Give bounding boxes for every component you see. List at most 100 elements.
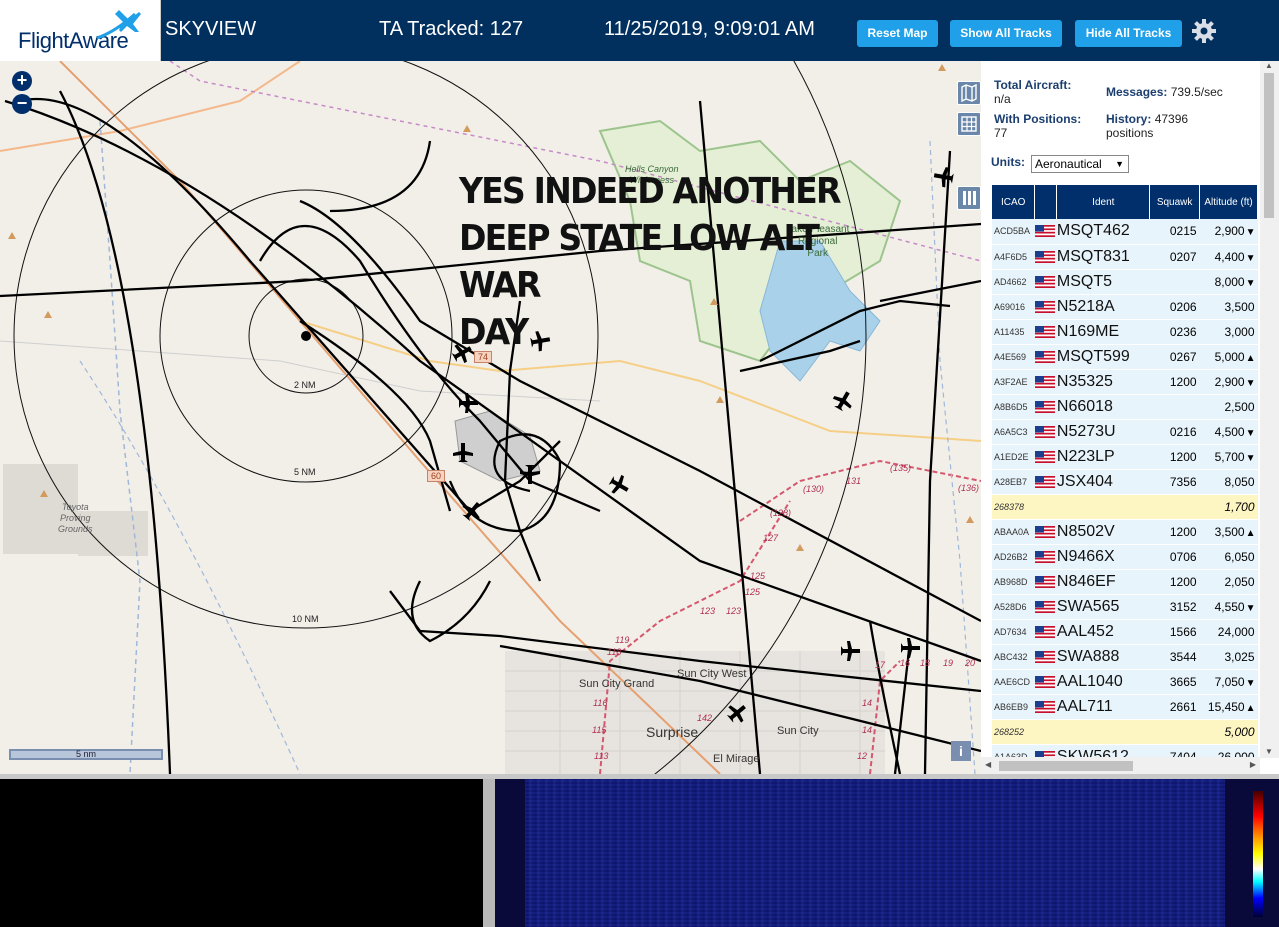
panel-vertical-scrollbar[interactable]: ▲ ▼ xyxy=(1260,61,1279,758)
table-row[interactable]: A3F2AE N35325 1200 2,900▼ xyxy=(992,369,1258,395)
cell-squawk: 3152 xyxy=(1149,594,1200,620)
cell-squawk xyxy=(1149,494,1200,520)
road-label: (128) xyxy=(770,508,792,518)
cell-icao: A4F6D5 xyxy=(992,244,1035,270)
table-row[interactable]: 268252 5,000 xyxy=(992,719,1258,745)
table-row[interactable]: ABAA0A N8502V 1200 3,500▲ xyxy=(992,519,1258,545)
reset-map-button[interactable]: Reset Map xyxy=(857,20,938,47)
table-row[interactable]: ACD5BA MSQT462 0215 2,900▼ xyxy=(992,219,1258,245)
cell-ident: N169ME xyxy=(1056,319,1150,345)
cell-icao: A28EB7 xyxy=(992,469,1035,495)
us-flag-icon xyxy=(1034,625,1055,638)
cell-squawk: 0206 xyxy=(1149,294,1200,320)
cell-ident: N35325 xyxy=(1056,369,1150,395)
table-row[interactable]: A28EB7 JSX404 7356 8,050 xyxy=(992,469,1258,495)
scroll-up-arrow[interactable]: ▲ xyxy=(1265,61,1273,70)
place-label-sun-city-west: Sun City West xyxy=(677,668,747,680)
table-row[interactable]: AAE6CD AAL1040 3665 7,050▼ xyxy=(992,669,1258,695)
place-label-surprise: Surprise xyxy=(646,724,699,740)
table-row[interactable]: AD7634 AAL452 1566 24,000 xyxy=(992,619,1258,645)
table-row[interactable]: A4F6D5 MSQT831 0207 4,400▼ xyxy=(992,244,1258,270)
scrollbar-thumb[interactable] xyxy=(999,761,1133,771)
table-row[interactable]: ABC432 SWA888 3544 3,025 xyxy=(992,644,1258,670)
cell-icao: A8B6D5 xyxy=(992,394,1035,420)
map-grid-button[interactable] xyxy=(957,112,981,136)
cell-altitude: 24,000 xyxy=(1199,619,1258,645)
bottom-left-pane xyxy=(0,779,483,927)
cell-flag xyxy=(1034,294,1057,320)
cell-flag xyxy=(1034,544,1057,570)
table-row[interactable]: AB968D N846EF 1200 2,050 xyxy=(992,569,1258,595)
road-label: 118 xyxy=(607,647,622,657)
column-header-altitude[interactable]: Altitude (ft) xyxy=(1199,185,1258,219)
column-header-ident[interactable]: Ident xyxy=(1056,185,1151,219)
hide-all-tracks-button[interactable]: Hide All Tracks xyxy=(1075,20,1182,47)
table-row[interactable]: A1ED2E N223LP 1200 5,700▼ xyxy=(992,444,1258,470)
column-header-icao[interactable]: ICAO xyxy=(992,185,1036,219)
table-row[interactable]: A528D6 SWA565 3152 4,550▼ xyxy=(992,594,1258,620)
table-row[interactable]: A8B6D5 N66018 2,500 xyxy=(992,394,1258,420)
cell-altitude: 8,000▼ xyxy=(1199,269,1258,295)
road-label: (135) xyxy=(890,463,912,473)
cell-squawk: 0216 xyxy=(1149,419,1200,445)
overlay-annotation-text: YES INDEED ANOTHER DEEP STATE LOW ALT WA… xyxy=(459,171,841,353)
cell-squawk: 7356 xyxy=(1149,469,1200,495)
cell-flag xyxy=(1034,719,1057,745)
table-row[interactable]: A4E569 MSQT599 0267 5,000▲ xyxy=(992,344,1258,370)
zoom-out-button[interactable]: − xyxy=(12,94,32,114)
table-row[interactable]: 268378 1,700 xyxy=(992,494,1258,520)
table-row[interactable]: A11435 N169ME 0236 3,000 xyxy=(992,319,1258,345)
ring-label-5nm: 5 NM xyxy=(294,467,316,477)
map-view[interactable]: 2 NM 5 NM 10 NM Toyota Proving Grounds H… xyxy=(0,61,981,774)
altitude-trend-icon: ▼ xyxy=(1245,252,1256,264)
map-layer-button[interactable] xyxy=(957,81,981,105)
cell-altitude: 3,500▲ xyxy=(1199,519,1258,545)
cell-squawk: 0215 xyxy=(1149,219,1200,245)
scroll-right-arrow[interactable]: ▶ xyxy=(1250,760,1256,769)
table-row[interactable]: AD26B2 N9466X 0706 6,050 xyxy=(992,544,1258,570)
road-label: 12 xyxy=(857,751,868,761)
road-label: 60 xyxy=(427,470,446,482)
ring-label-10nm: 10 NM xyxy=(292,614,319,624)
column-header-flag[interactable] xyxy=(1034,185,1058,219)
flightaware-logo[interactable]: FlightAware xyxy=(0,0,161,61)
cell-flag xyxy=(1034,644,1057,670)
cell-flag xyxy=(1034,569,1057,595)
zoom-in-button[interactable]: + xyxy=(12,71,32,91)
map-scale-bar: 5 nm xyxy=(9,749,163,760)
receiver-location xyxy=(301,331,311,341)
cell-altitude: 4,400▼ xyxy=(1199,244,1258,270)
cell-altitude: 3,000 xyxy=(1199,319,1258,345)
table-row[interactable]: AB6EB9 AAL711 2661 15,450▲ xyxy=(992,694,1258,720)
cell-squawk: 2661 xyxy=(1149,694,1200,720)
panel-horizontal-scrollbar[interactable]: ◀ ▶ xyxy=(981,757,1260,774)
cell-flag xyxy=(1034,419,1057,445)
us-flag-icon xyxy=(1034,550,1055,563)
us-flag-icon xyxy=(1034,375,1055,388)
show-all-tracks-button[interactable]: Show All Tracks xyxy=(950,20,1062,47)
cell-squawk: 1200 xyxy=(1149,444,1200,470)
table-row[interactable]: A6A5C3 N5273U 0216 4,500▼ xyxy=(992,419,1258,445)
spectrum-waterfall xyxy=(495,779,1279,927)
road-label: 127 xyxy=(763,533,779,543)
table-row[interactable]: A69016 N5218A 0206 3,500 xyxy=(992,294,1258,320)
scroll-down-arrow[interactable]: ▼ xyxy=(1265,747,1273,756)
info-button[interactable]: i xyxy=(951,741,971,761)
cell-altitude: 6,050 xyxy=(1199,544,1258,570)
cell-altitude: 5,000 xyxy=(1199,719,1258,745)
scrollbar-thumb[interactable] xyxy=(1264,73,1274,218)
table-row[interactable]: AD4662 MSQT5 8,000▼ xyxy=(992,269,1258,295)
pane-splitter[interactable] xyxy=(483,779,495,927)
app-name: SKYVIEW xyxy=(165,18,257,40)
cell-icao: A528D6 xyxy=(992,594,1035,620)
gear-icon[interactable] xyxy=(1190,17,1218,45)
cell-ident: N66018 xyxy=(1056,394,1150,420)
units-select[interactable]: Aeronautical ▼ xyxy=(1031,155,1129,173)
cell-icao: AD26B2 xyxy=(992,544,1035,570)
column-header-squawk[interactable]: Squawk xyxy=(1149,185,1201,219)
road-label: 19 xyxy=(943,658,954,668)
columns-toggle-button[interactable] xyxy=(957,186,981,210)
scroll-left-arrow[interactable]: ◀ xyxy=(985,760,991,769)
aircraft-panel: Total Aircraft: n/a Messages: 739.5/sec … xyxy=(981,61,1279,774)
altitude-trend-icon: ▼ xyxy=(1245,277,1256,289)
